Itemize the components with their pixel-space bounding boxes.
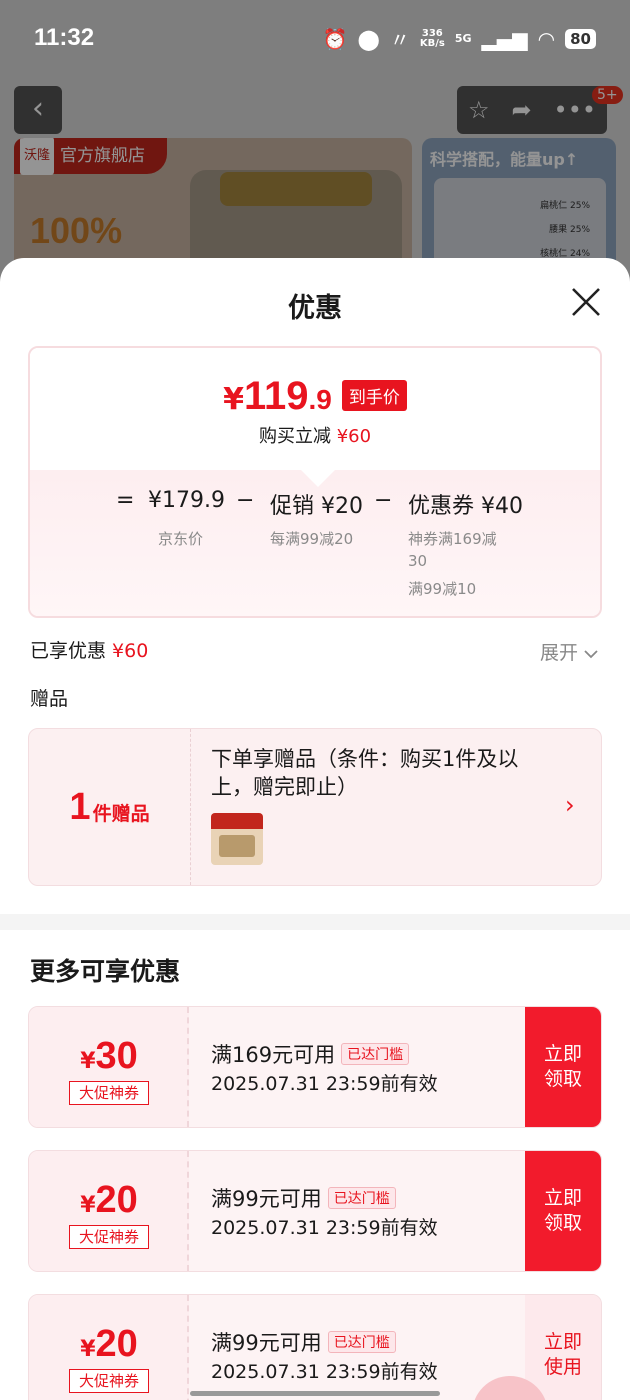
wifi-icon: ◠ — [537, 26, 556, 51]
home-indicator[interactable] — [190, 1391, 440, 1396]
carrier-icon: 〃 — [389, 28, 410, 52]
coupon-expiry: 2025.07.31 23:59前有效 — [211, 1217, 438, 1239]
use-coupon-button[interactable]: 立即使用 — [525, 1295, 601, 1400]
status-time: 11:32 — [34, 24, 95, 51]
claim-coupon-button[interactable]: 立即领取 — [525, 1007, 601, 1127]
final-price: ¥ 119 .9 到手价 — [30, 374, 600, 419]
expand-button[interactable]: 展开 — [540, 638, 598, 665]
claim-coupon-button[interactable]: 立即领取 — [525, 1151, 601, 1271]
battery-indicator: 80 — [565, 28, 596, 49]
coupon-condition: 满169元可用 — [211, 1043, 336, 1067]
gift-thumbnail — [211, 813, 263, 865]
gift-count: 1 件赠品 — [29, 729, 191, 885]
coupon-expiry: 2025.07.31 23:59前有效 — [211, 1073, 438, 1095]
calc-equals: = — [116, 488, 135, 513]
jd-price-label: 京东价 — [158, 530, 204, 548]
coupon-item: ¥30 大促神券 满169元可用 已达门槛 2025.07.31 23:59前有效… — [28, 1006, 602, 1128]
gift-condition: 下单享赠品（条件：购买1件及以上，赠完即止） — [211, 747, 519, 799]
network-type: 5G — [454, 32, 472, 45]
coupon-condition: 满99元可用 — [211, 1331, 322, 1355]
gift-card[interactable]: 1 件赠品 下单享赠品（条件：购买1件及以上，赠完即止） › — [28, 728, 602, 886]
coupon-rule-1: 神券满169减 — [408, 530, 497, 548]
coupon-amount: ¥20 — [80, 1323, 138, 1365]
signal-icon: ▂▄▆ — [481, 26, 528, 51]
jd-price: ¥179.9 — [148, 488, 225, 513]
chevron-down-icon — [584, 650, 598, 659]
product-page-background: 沃隆 官方旗舰店 100% 科学搭配，能量up↑ 扁桃仁 25% 腰果 25% … — [0, 0, 630, 300]
chevron-right-icon[interactable]: › — [565, 791, 575, 819]
net-speed: 336 KB/s — [419, 27, 445, 49]
gift-section-label: 赠品 — [30, 688, 69, 710]
threshold-badge: 已达门槛 — [341, 1043, 410, 1065]
calc-minus: − — [236, 488, 255, 513]
coupon-expiry: 2025.07.31 23:59前有效 — [211, 1361, 438, 1383]
section-divider — [0, 914, 630, 930]
sheet-title: 优惠 — [288, 293, 342, 324]
discount-sheet: 优惠 ¥ 119 .9 到手价 购买立减 ¥60 = ¥179.9 京东价 − … — [0, 258, 630, 1400]
coupon-amount: ¥30 — [80, 1035, 138, 1077]
price-breakdown-card: ¥ 119 .9 到手价 购买立减 ¥60 = ¥179.9 京东价 − 促销 … — [28, 346, 602, 618]
alarm-icon: ⏰ — [322, 26, 348, 51]
coupon-item: ¥20 大促神券 满99元可用 已达门槛 2025.07.31 23:59前有效 … — [28, 1150, 602, 1272]
coupon-tag: 大促神券 — [69, 1369, 149, 1393]
final-price-tag: 到手价 — [341, 380, 407, 411]
promo-amount: 促销 ¥20 — [270, 494, 363, 519]
threshold-badge: 已达门槛 — [327, 1331, 396, 1353]
coupon-amount: 优惠券 ¥40 — [408, 494, 523, 519]
coupon-tag: 大促神券 — [69, 1225, 149, 1249]
location-icon: ⬤ — [357, 26, 380, 51]
coupon-amount: ¥20 — [80, 1179, 138, 1221]
enjoyed-discount: 已享优惠 ¥60 — [30, 640, 149, 662]
coupon-tag: 大促神券 — [69, 1081, 149, 1105]
calc-minus: − — [374, 488, 393, 513]
promo-rule: 每满99减20 — [270, 530, 354, 548]
status-bar: 11:32 ⏰ ⬤ 〃 336 KB/s 5G ▂▄▆ ◠ 80 — [0, 0, 630, 78]
instant-reduce: 购买立减 ¥60 — [258, 426, 372, 447]
coupon-condition: 满99元可用 — [211, 1187, 322, 1211]
more-discounts-title: 更多可享优惠 — [30, 957, 181, 986]
coupon-rule-1-cont: 30 — [408, 552, 428, 570]
close-icon[interactable] — [568, 284, 604, 320]
coupon-rule-2: 满99减10 — [408, 580, 477, 598]
threshold-badge: 已达门槛 — [327, 1187, 396, 1209]
